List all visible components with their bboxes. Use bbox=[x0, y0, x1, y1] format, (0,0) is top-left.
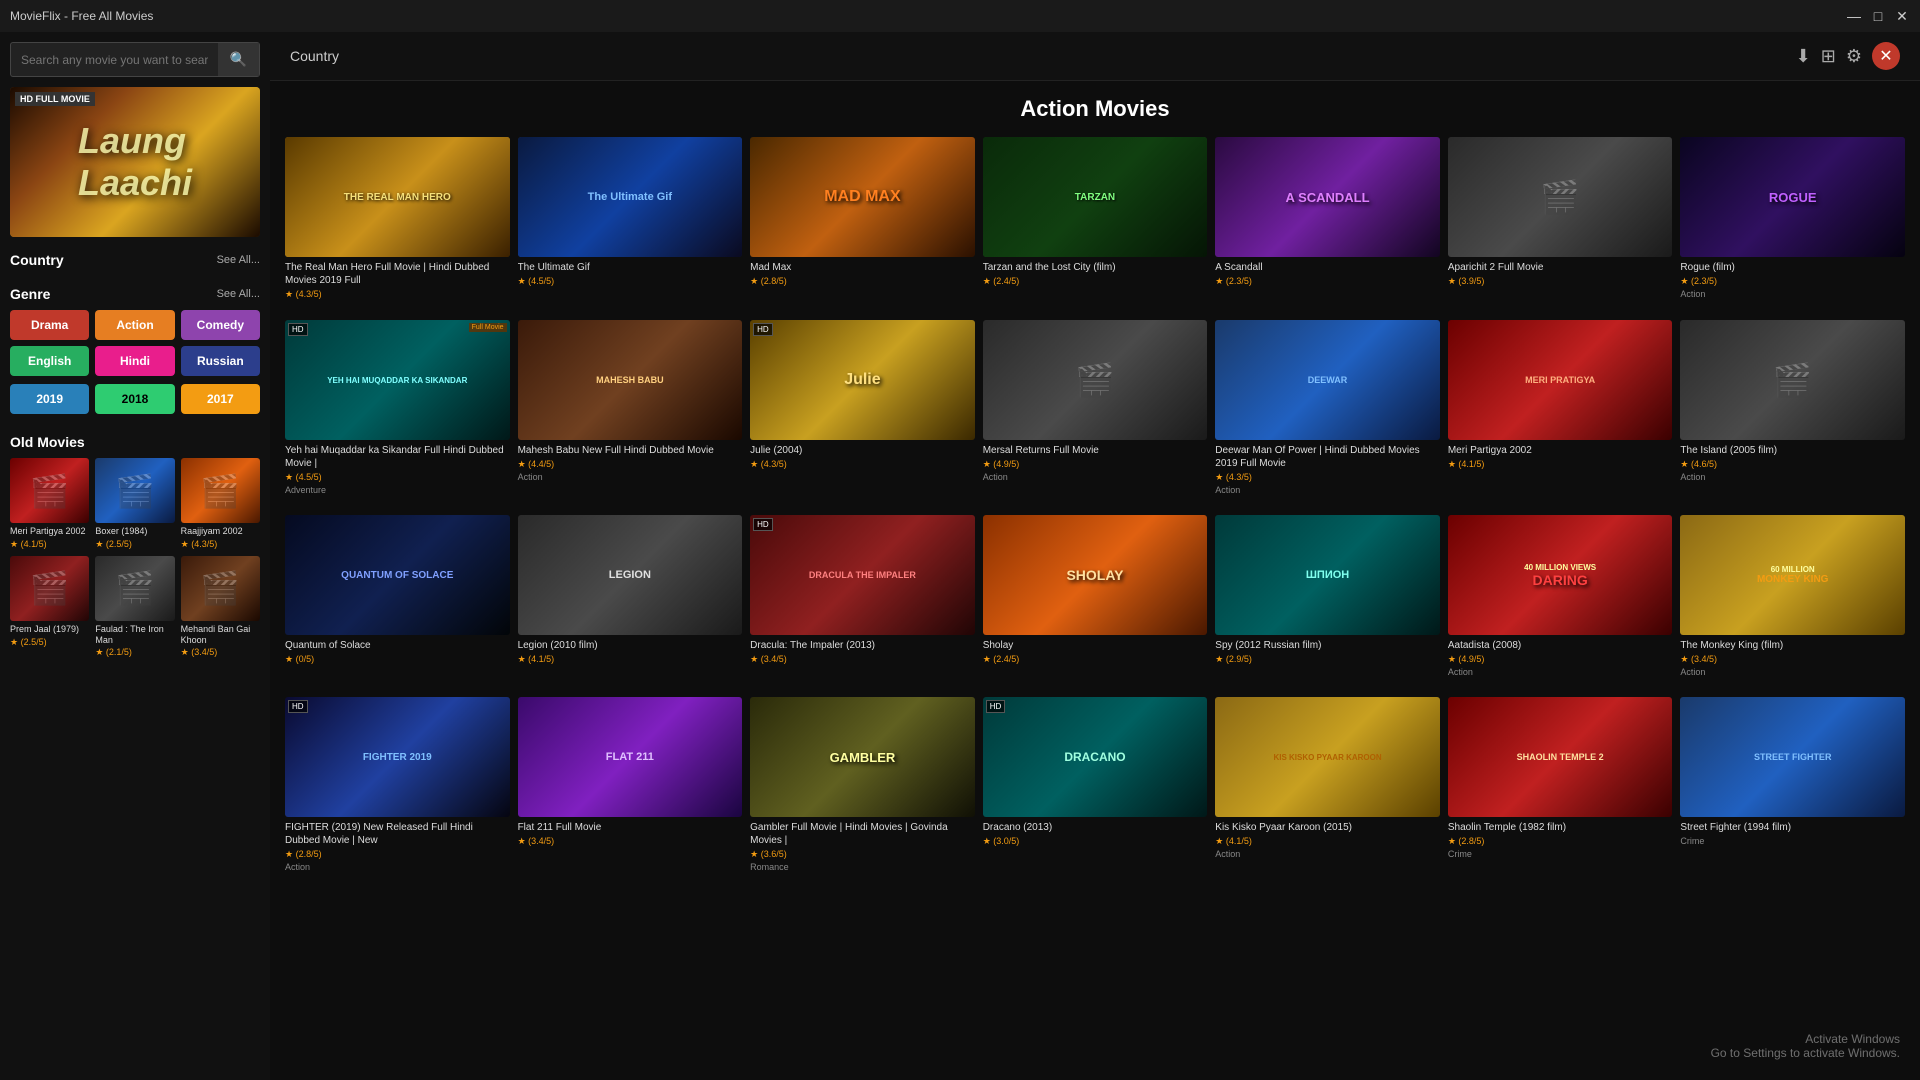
genre-section: Genre See All... Drama Action Comedy Eng… bbox=[0, 281, 270, 429]
movie-card[interactable]: DEEWAR Deewar Man Of Power | Hindi Dubbe… bbox=[1215, 320, 1440, 495]
window-controls: — □ ✕ bbox=[1846, 8, 1910, 24]
movie-card[interactable]: ROGUE Rogue (film) ★ (2.3/5) Action bbox=[1680, 137, 1905, 300]
featured-badge: HD FULL MOVIE bbox=[15, 92, 95, 106]
movie-card[interactable]: HD DRACULA THE IMPALER Dracula: The Impa… bbox=[750, 515, 975, 677]
movie-card[interactable]: 🎬 Aparichit 2 Full Movie ★ (3.9/5) bbox=[1448, 137, 1673, 300]
genre-russian[interactable]: Russian bbox=[181, 346, 260, 376]
movie-card[interactable]: HD Full Movie YEH HAI MUQADDAR KA SIKAND… bbox=[285, 320, 510, 495]
settings-icon[interactable]: ⚙ bbox=[1846, 46, 1862, 67]
app-title: MovieFlix - Free All Movies bbox=[10, 9, 153, 23]
titlebar: MovieFlix - Free All Movies — □ ✕ bbox=[0, 0, 1920, 32]
movies-row-4: HD FIGHTER 2019 FIGHTER (2019) New Relea… bbox=[270, 692, 1920, 882]
featured-movie[interactable]: LaungLaachi HD FULL MOVIE bbox=[10, 87, 260, 237]
genre-comedy[interactable]: Comedy bbox=[181, 310, 260, 340]
section-title: Action Movies bbox=[270, 81, 1920, 132]
genre-english[interactable]: English bbox=[10, 346, 89, 376]
sidebar: 🔍 LaungLaachi HD FULL MOVIE Country See … bbox=[0, 32, 270, 1080]
movie-card[interactable]: SHOLAY Sholay ★ (2.4/5) bbox=[983, 515, 1208, 677]
movie-card[interactable]: MAHESH BABU Mahesh Babu New Full Hindi D… bbox=[518, 320, 743, 495]
year-2019[interactable]: 2019 bbox=[10, 384, 89, 414]
grid-view-icon[interactable]: ⊞ bbox=[1821, 46, 1836, 67]
movie-card[interactable]: QUANTUM OF SOLACE Quantum of Solace ★ (0… bbox=[285, 515, 510, 677]
movies-grid-4: HD FIGHTER 2019 FIGHTER (2019) New Relea… bbox=[270, 692, 1920, 882]
movie-card[interactable]: A SCANDALL A Scandall ★ (2.3/5) bbox=[1215, 137, 1440, 300]
movies-grid-2: HD Full Movie YEH HAI MUQADDAR KA SIKAND… bbox=[270, 315, 1920, 505]
movie-card[interactable]: 60 MILLION MONKEY KING The Monkey King (… bbox=[1680, 515, 1905, 677]
movies-row-1: THE REAL MAN HERO The Real Man Hero Full… bbox=[270, 132, 1920, 310]
country-section: Country See All... bbox=[0, 247, 270, 281]
year-2018[interactable]: 2018 bbox=[95, 384, 174, 414]
movies-row-3: QUANTUM OF SOLACE Quantum of Solace ★ (0… bbox=[270, 510, 1920, 687]
movie-card[interactable]: STREET FIGHTER Street Fighter (1994 film… bbox=[1680, 697, 1905, 872]
genre-see-all[interactable]: See All... bbox=[217, 288, 260, 300]
old-movie-1[interactable]: 🎬 Meri Partigya 2002 ★ (4.1/5) bbox=[10, 458, 89, 550]
movie-card[interactable]: THE REAL MAN HERO The Real Man Hero Full… bbox=[285, 137, 510, 300]
year-grid: 2019 2018 2017 bbox=[10, 384, 260, 414]
close-button[interactable]: ✕ bbox=[1894, 8, 1910, 24]
old-movies-label: Old Movies bbox=[0, 429, 270, 458]
old-movie-6[interactable]: 🎬 Mehandi Ban Gai Khoon ★ (3.4/5) bbox=[181, 556, 260, 659]
movie-card[interactable]: FLAT 211 Flat 211 Full Movie ★ (3.4/5) bbox=[518, 697, 743, 872]
genre-hindi[interactable]: Hindi bbox=[95, 346, 174, 376]
top-bar: Country ⬇ ⊞ ⚙ ✕ bbox=[270, 32, 1920, 81]
movie-card[interactable]: HD Julie Julie (2004) ★ (4.3/5) bbox=[750, 320, 975, 495]
movie-card[interactable]: MAD MAX Mad Max ★ (2.8/5) bbox=[750, 137, 975, 300]
movies-grid-1: THE REAL MAN HERO The Real Man Hero Full… bbox=[270, 132, 1920, 310]
movie-card[interactable]: KIS KISKO PYAAR KAROON Kis Kisko Pyaar K… bbox=[1215, 697, 1440, 872]
movie-card[interactable]: MERI PRATIGYA Meri Partigya 2002 ★ (4.1/… bbox=[1448, 320, 1673, 495]
minimize-button[interactable]: — bbox=[1846, 8, 1862, 24]
search-button[interactable]: 🔍 bbox=[218, 43, 259, 76]
movies-row-2: HD Full Movie YEH HAI MUQADDAR KA SIKAND… bbox=[270, 315, 1920, 505]
year-2017[interactable]: 2017 bbox=[181, 384, 260, 414]
movie-card[interactable]: SHAOLIN TEMPLE 2 Shaolin Temple (1982 fi… bbox=[1448, 697, 1673, 872]
old-movie-5[interactable]: 🎬 Faulad : The Iron Man ★ (2.1/5) bbox=[95, 556, 174, 659]
old-movies-grid: 🎬 Meri Partigya 2002 ★ (4.1/5) 🎬 Boxer (… bbox=[0, 458, 270, 668]
movies-grid-3: QUANTUM OF SOLACE Quantum of Solace ★ (0… bbox=[270, 510, 1920, 687]
movie-card[interactable]: The Ultimate Gif The Ultimate Gif ★ (4.5… bbox=[518, 137, 743, 300]
country-filter-label: Country bbox=[290, 48, 339, 64]
genre-grid: Drama Action Comedy English Hindi Russia… bbox=[10, 310, 260, 376]
close-panel-button[interactable]: ✕ bbox=[1872, 42, 1900, 70]
old-movie-4[interactable]: 🎬 Prem Jaal (1979) ★ (2.5/5) bbox=[10, 556, 89, 659]
movie-card[interactable]: TARZAN Tarzan and the Lost City (film) ★… bbox=[983, 137, 1208, 300]
search-bar: 🔍 bbox=[10, 42, 260, 77]
top-bar-actions: ⬇ ⊞ ⚙ ✕ bbox=[1796, 42, 1900, 70]
movie-card[interactable]: 🎬 The Island (2005 film) ★ (4.6/5) Actio… bbox=[1680, 320, 1905, 495]
genre-drama[interactable]: Drama bbox=[10, 310, 89, 340]
movie-card[interactable]: 🎬 Mersal Returns Full Movie ★ (4.9/5) Ac… bbox=[983, 320, 1208, 495]
main-content: Country ⬇ ⊞ ⚙ ✕ Action Movies THE REAL M… bbox=[270, 32, 1920, 1080]
old-movie-2[interactable]: 🎬 Boxer (1984) ★ (2.5/5) bbox=[95, 458, 174, 550]
movie-card[interactable]: HD FIGHTER 2019 FIGHTER (2019) New Relea… bbox=[285, 697, 510, 872]
movie-card[interactable]: LEGION Legion (2010 film) ★ (4.1/5) bbox=[518, 515, 743, 677]
download-icon[interactable]: ⬇ bbox=[1796, 46, 1811, 67]
old-movie-3[interactable]: 🎬 Raajjiyam 2002 ★ (4.3/5) bbox=[181, 458, 260, 550]
country-see-all[interactable]: See All... bbox=[217, 254, 260, 266]
movie-card[interactable]: 40 MILLION VIEWS DARING Aatadista (2008)… bbox=[1448, 515, 1673, 677]
country-label: Country bbox=[10, 252, 64, 268]
movie-card[interactable]: GAMBLER Gambler Full Movie | Hindi Movie… bbox=[750, 697, 975, 872]
movie-card[interactable]: ШПИОН Spy (2012 Russian film) ★ (2.9/5) bbox=[1215, 515, 1440, 677]
maximize-button[interactable]: □ bbox=[1870, 8, 1886, 24]
movie-card[interactable]: HD DRACANO Dracano (2013) ★ (3.0/5) bbox=[983, 697, 1208, 872]
search-input[interactable] bbox=[11, 45, 218, 75]
genre-action[interactable]: Action bbox=[95, 310, 174, 340]
genre-label: Genre bbox=[10, 286, 50, 302]
